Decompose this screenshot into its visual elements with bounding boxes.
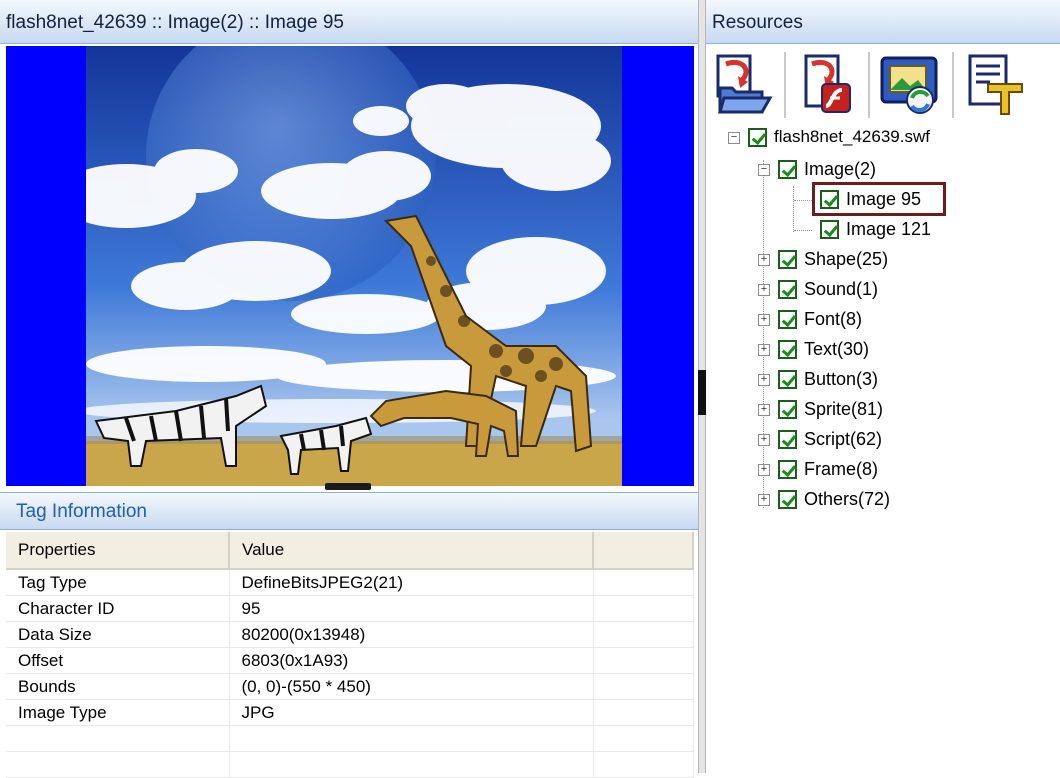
value-cell: DefineBitsJPEG2(21) [229,569,594,596]
checkbox-checked-icon[interactable] [820,220,839,239]
col-header-properties[interactable]: Properties [6,532,230,570]
property-cell: Image Type [6,699,230,726]
expand-icon[interactable]: + [758,374,770,386]
extra-cell [593,647,694,674]
tree-group-label: Shape(25) [804,249,889,269]
toolbar-separator [784,52,787,118]
tree-group-label: Sprite(81) [804,399,884,419]
expand-icon[interactable]: + [758,284,770,296]
expand-icon[interactable]: + [758,344,770,356]
toolbar-separator [952,52,955,118]
extra-cell [593,725,694,752]
checkbox-checked-icon[interactable] [778,250,797,269]
property-cell [6,725,230,752]
pane-splitter-grip[interactable] [698,370,706,415]
col-header-extra[interactable] [593,532,694,570]
extra-cell [593,595,694,622]
tree-group-label: Button(3) [804,369,879,389]
preview-image [86,46,622,486]
expand-icon[interactable]: + [758,254,770,266]
value-cell: 6803(0x1A93) [229,647,594,674]
property-cell: Tag Type [6,569,230,596]
tag-info-table: Properties Value Tag Type DefineBitsJPEG2… [6,532,694,778]
tree-root-label: flash8net_42639.swf [774,127,930,146]
table-row[interactable]: Data Size 80200(0x13948) [6,621,694,648]
checkbox-checked-icon[interactable] [778,400,797,419]
checkbox-checked-icon[interactable] [778,490,797,509]
value-cell: (0, 0)-(550 * 450) [229,673,594,700]
property-cell: Bounds [6,673,230,700]
table-row[interactable]: Image Type JPG [6,699,694,726]
checkbox-checked-icon[interactable] [778,460,797,479]
preview-title: flash8net_42639 :: Image(2) :: Image 95 [0,0,698,44]
expand-icon[interactable]: + [758,314,770,326]
left-pane: flash8net_42639 :: Image(2) :: Image 95 [0,0,698,778]
tree-item-label: Image 121 [846,219,932,239]
checkbox-checked-icon[interactable] [778,280,797,299]
tree-group-label: Sound(1) [804,279,879,299]
expand-icon[interactable]: + [758,434,770,446]
checkbox-checked-icon[interactable] [778,430,797,449]
table-row[interactable]: Character ID 95 [6,595,694,622]
checkbox-checked-icon[interactable] [820,190,839,209]
property-cell: Data Size [6,621,230,648]
value-cell: 80200(0x13948) [229,621,594,648]
table-row[interactable]: Offset 6803(0x1A93) [6,647,694,674]
collapse-icon[interactable]: − [728,132,740,144]
tree-group-label: Script(62) [804,429,883,449]
tree-group-label: Image(2) [804,159,877,179]
table-row[interactable] [6,751,694,778]
toolbar-separator [868,52,871,118]
checkbox-checked-icon[interactable] [778,340,797,359]
resources-title: Resources [706,0,1060,44]
extra-cell [593,751,694,778]
extra-cell [593,569,694,596]
property-cell: Offset [6,647,230,674]
expand-icon[interactable]: + [758,404,770,416]
value-cell [229,725,594,752]
expand-icon[interactable]: + [758,494,770,506]
property-cell: Character ID [6,595,230,622]
preview-splitter-handle[interactable] [325,483,371,490]
table-row[interactable]: Tag Type DefineBitsJPEG2(21) [6,569,694,596]
resources-pane: Resources − flash8net_42639.swf − Image(… [706,0,1060,773]
export-flash-icon[interactable] [796,54,858,116]
table-row[interactable] [6,725,694,752]
col-header-value[interactable]: Value [229,532,594,570]
value-cell: 95 [229,595,594,622]
tree-connector [794,230,812,231]
extra-cell [593,673,694,700]
checkbox-checked-icon[interactable] [748,128,767,147]
tree-connector [763,160,764,508]
extra-cell [593,699,694,726]
tree-group-label: Frame(8) [804,459,879,479]
value-cell: JPG [229,699,594,726]
resources-toolbar [706,46,1060,122]
tree-item-label: Image 95 [846,189,922,209]
tree-group-label: Text(30) [804,339,870,359]
replace-image-icon[interactable] [880,54,942,116]
tree-connector [794,200,812,201]
expand-icon[interactable]: + [758,464,770,476]
tag-info-title: Tag Information [0,492,698,530]
extra-cell [593,621,694,648]
checkbox-checked-icon[interactable] [778,160,797,179]
image-preview [6,46,694,486]
collapse-icon[interactable]: − [758,164,770,176]
tree-connector [793,186,794,232]
value-cell [229,751,594,778]
checkbox-checked-icon[interactable] [778,310,797,329]
property-cell [6,751,230,778]
checkbox-checked-icon[interactable] [778,370,797,389]
table-row[interactable]: Bounds (0, 0)-(550 * 450) [6,673,694,700]
tree-group-label: Others(72) [804,489,891,509]
open-folder-icon[interactable] [712,54,774,116]
font-text-icon[interactable] [964,54,1026,116]
tree-group-label: Font(8) [804,309,863,329]
